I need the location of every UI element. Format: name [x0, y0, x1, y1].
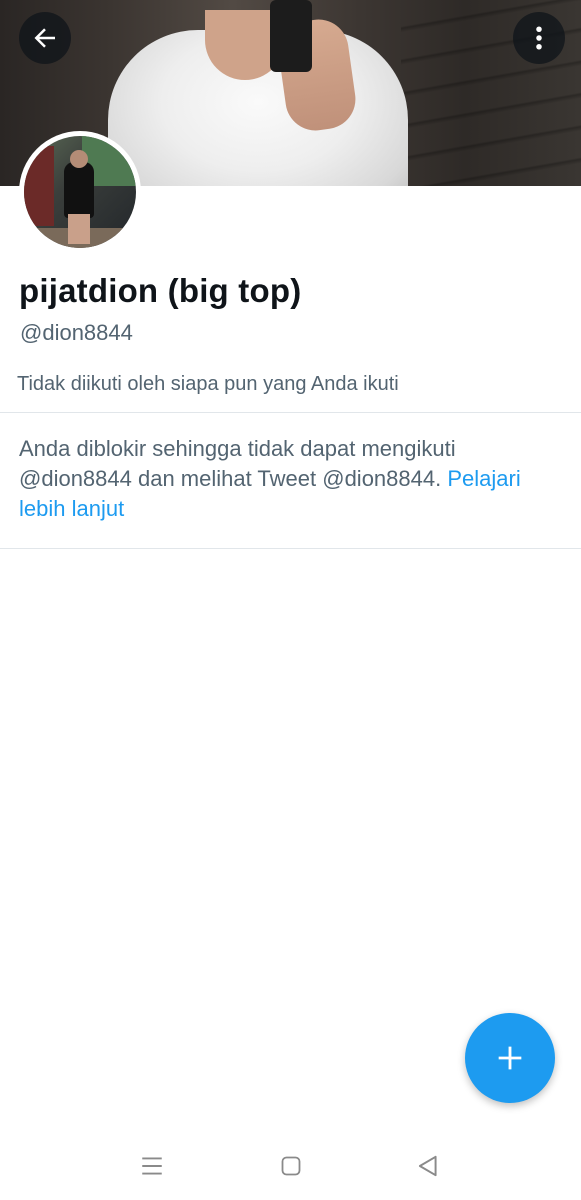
- avatar-image: [24, 136, 136, 248]
- system-navigation-bar: [0, 1130, 581, 1200]
- plus-icon: [498, 1046, 522, 1070]
- recent-apps-button[interactable]: [138, 1152, 166, 1180]
- arrow-left-icon: [34, 28, 55, 48]
- menu-icon: [142, 1157, 162, 1175]
- avatar-figure-legs: [68, 214, 90, 244]
- back-button[interactable]: [19, 12, 71, 64]
- compose-tweet-button[interactable]: [465, 1013, 555, 1103]
- square-home-icon: [281, 1156, 301, 1176]
- profile-screen: pijatdion (big top) @dion8844 Tidak diik…: [0, 0, 581, 1200]
- divider: [0, 548, 581, 549]
- more-options-button[interactable]: [513, 12, 565, 64]
- triangle-back-icon: [418, 1155, 437, 1177]
- home-button[interactable]: [277, 1152, 305, 1180]
- avatar-figure-head: [70, 150, 88, 168]
- divider: [0, 412, 581, 413]
- profile-avatar[interactable]: [19, 131, 141, 253]
- blocked-notice: Anda diblokir sehingga tidak dapat mengi…: [19, 434, 564, 524]
- banner-phone: [270, 0, 312, 72]
- more-vertical-icon: [536, 26, 542, 50]
- followers-you-know-note[interactable]: Tidak diikuti oleh siapa pun yang Anda i…: [17, 373, 399, 396]
- blocked-notice-text: Anda diblokir sehingga tidak dapat mengi…: [19, 436, 456, 491]
- avatar-bg-wall: [24, 146, 54, 226]
- profile-handle: @dion8844: [20, 320, 133, 345]
- profile-display-name: pijatdion (big top): [19, 272, 302, 309]
- system-back-button[interactable]: [414, 1152, 442, 1180]
- avatar-figure-body: [64, 162, 94, 218]
